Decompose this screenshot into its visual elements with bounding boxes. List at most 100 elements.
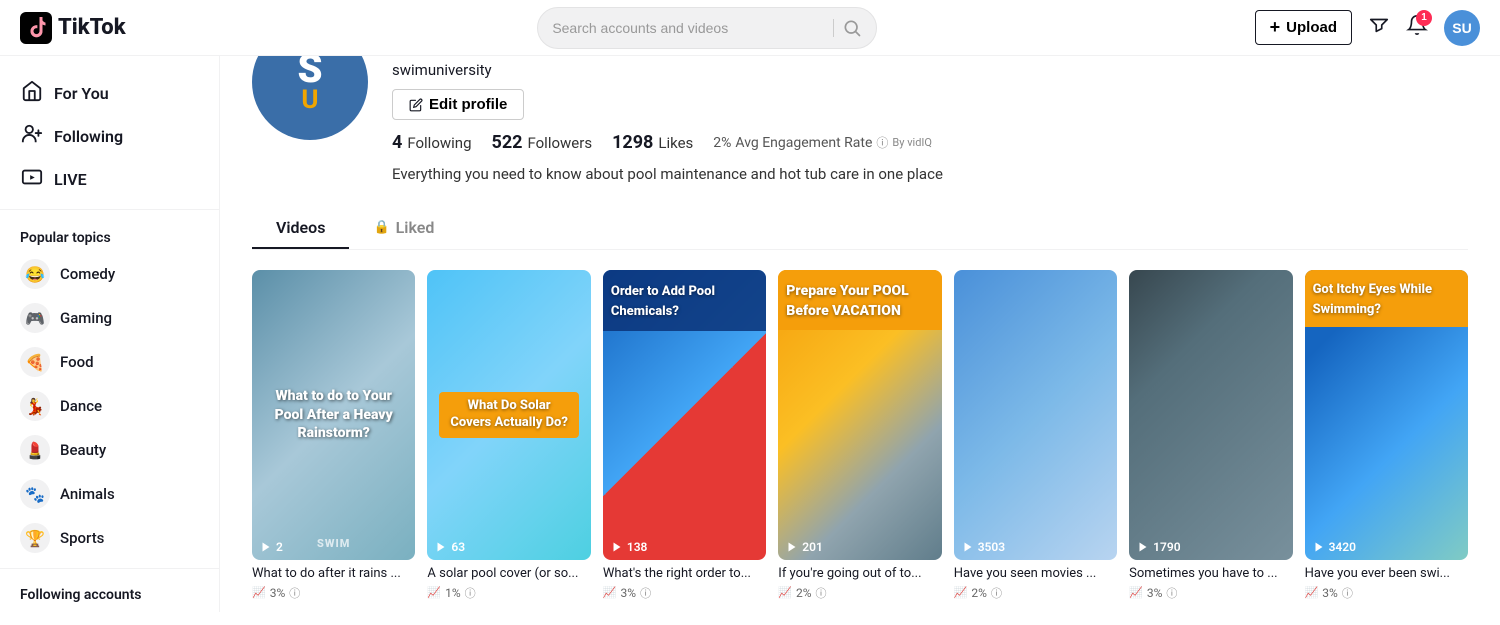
following-accounts-title: Following accounts <box>0 577 219 609</box>
tab-liked-label: Liked <box>396 218 435 237</box>
beauty-icon: 💄 <box>20 435 50 465</box>
play-icon-6 <box>1137 541 1149 553</box>
following-icon <box>20 123 44 150</box>
stat-info-icon-1: ⓘ <box>289 585 300 601</box>
comedy-icon: 😂 <box>20 259 50 289</box>
plus-icon: + <box>1270 17 1281 38</box>
trend-icon-1: 📈 <box>252 586 266 599</box>
animals-icon: 🐾 <box>20 479 50 509</box>
notification-badge: 1 <box>1416 10 1432 26</box>
upload-label: Upload <box>1286 19 1337 36</box>
video-stat-text-1: 3% <box>270 586 286 600</box>
sports-icon: 🏆 <box>20 523 50 553</box>
play-count-4: 201 <box>786 540 823 554</box>
video-caption-3: What's the right order to... <box>603 566 766 583</box>
sidebar-topic-sports[interactable]: 🏆 Sports <box>0 516 219 560</box>
search-area <box>172 7 1243 49</box>
food-icon: 🍕 <box>20 347 50 377</box>
main-content: S U swimuniversity swimuniversity <box>220 0 1500 625</box>
sidebar: For You Following LIVE Popular topics 😂 … <box>0 56 220 612</box>
sidebar-topic-animals[interactable]: 🐾 Animals <box>0 472 219 516</box>
sidebar-divider <box>0 209 219 210</box>
likes-count: 1298 <box>612 132 653 153</box>
video-card-5[interactable]: 3503 Have you seen movies ... 📈 2% ⓘ <box>954 270 1117 601</box>
tab-videos-label: Videos <box>276 218 325 237</box>
video-thumb-2: What Do Solar Covers Actually Do? 63 <box>427 270 590 561</box>
filter-icon <box>1368 14 1390 36</box>
vidiq-label: By vidIQ <box>892 136 932 149</box>
sidebar-divider-2 <box>0 568 219 569</box>
video-caption-6: Sometimes you have to ... <box>1129 566 1292 583</box>
video-thumb-3: Order to Add Pool Chemicals? 138 <box>603 270 766 561</box>
engagement-rate-label: Avg Engagement Rate <box>735 135 872 151</box>
video-thumb-6: 1790 <box>1129 270 1292 561</box>
user-avatar[interactable]: SU <box>1444 10 1480 46</box>
sidebar-topic-gaming[interactable]: 🎮 Gaming <box>0 296 219 340</box>
dance-icon: 💃 <box>20 391 50 421</box>
stat-info-icon-5: ⓘ <box>991 585 1002 601</box>
play-icon-7 <box>1313 541 1325 553</box>
notifications-button[interactable]: 1 <box>1406 14 1428 42</box>
video-caption-4: If you're going out of to... <box>778 566 941 583</box>
animals-label: Animals <box>60 485 115 503</box>
video-card-3[interactable]: Order to Add Pool Chemicals? 138 What's … <box>603 270 766 601</box>
home-icon <box>20 80 44 107</box>
beauty-label: Beauty <box>60 441 106 459</box>
video-card-4[interactable]: Prepare Your POOL Before VACATION 201 If… <box>778 270 941 601</box>
video-stat-text-6: 3% <box>1147 586 1163 600</box>
upload-button[interactable]: + Upload <box>1255 10 1352 45</box>
popular-topics-title: Popular topics <box>0 218 219 252</box>
play-icon-4 <box>786 541 798 553</box>
live-icon <box>20 166 44 193</box>
profile-username: swimuniversity <box>392 61 1468 79</box>
search-button[interactable] <box>842 18 862 38</box>
video-caption-5: Have you seen movies ... <box>954 566 1117 583</box>
video-card-2[interactable]: What Do Solar Covers Actually Do? 63 A s… <box>427 270 590 601</box>
video-card-7[interactable]: Got Itchy Eyes While Swimming? 3420 Have… <box>1305 270 1468 601</box>
logo[interactable]: TikTok <box>20 12 160 44</box>
tab-videos[interactable]: Videos <box>252 206 349 249</box>
video-grid: What to do to Your Pool After a Heavy Ra… <box>252 270 1468 601</box>
video-stat-text-4: 2% <box>796 586 812 600</box>
edit-profile-button[interactable]: Edit profile <box>392 89 524 120</box>
top-nav: TikTok + Upload <box>0 0 1500 56</box>
engagement-rate-value: 2% <box>713 135 731 151</box>
filter-button[interactable] <box>1368 14 1390 42</box>
followers-count: 522 <box>492 132 523 153</box>
video-stat-text-5: 2% <box>971 586 987 600</box>
video-stats-3: 📈 3% ⓘ <box>603 585 766 601</box>
play-icon <box>260 541 272 553</box>
stat-info-icon-6: ⓘ <box>1166 585 1177 601</box>
video-stats-7: 📈 3% ⓘ <box>1305 585 1468 601</box>
video-thumb-4: Prepare Your POOL Before VACATION 201 <box>778 270 941 561</box>
search-input[interactable] <box>552 20 825 36</box>
video-card-6[interactable]: 1790 Sometimes you have to ... 📈 3% ⓘ <box>1129 270 1292 601</box>
trend-icon-5: 📈 <box>954 586 968 599</box>
video-overlay-7: Got Itchy Eyes While Swimming? <box>1313 282 1432 318</box>
video-stats-5: 📈 2% ⓘ <box>954 585 1117 601</box>
search-icon <box>842 18 862 38</box>
edit-icon <box>409 98 423 112</box>
sidebar-nav-following[interactable]: Following <box>0 115 219 158</box>
sidebar-topic-comedy[interactable]: 😂 Comedy <box>0 252 219 296</box>
sports-label: Sports <box>60 529 104 547</box>
comedy-label: Comedy <box>60 265 115 283</box>
followers-stat-label: Followers <box>527 134 592 152</box>
tiktok-logo-icon <box>20 12 52 44</box>
stat-info-icon-4: ⓘ <box>816 585 827 601</box>
trend-icon-3: 📈 <box>603 586 617 599</box>
sidebar-topic-beauty[interactable]: 💄 Beauty <box>0 428 219 472</box>
engagement-rate: 2% Avg Engagement Rate ⓘ By vidIQ <box>713 134 932 151</box>
tab-liked[interactable]: 🔒 Liked <box>349 206 458 249</box>
following-stat: 4 Following <box>392 132 472 153</box>
sidebar-topic-dance[interactable]: 💃 Dance <box>0 384 219 428</box>
trend-icon-7: 📈 <box>1305 586 1319 599</box>
sidebar-nav-live[interactable]: LIVE <box>0 158 219 201</box>
dance-label: Dance <box>60 397 102 415</box>
search-divider <box>833 19 834 37</box>
sidebar-nav-for-you[interactable]: For You <box>0 72 219 115</box>
video-card-1[interactable]: What to do to Your Pool After a Heavy Ra… <box>252 270 415 601</box>
video-stat-text-7: 3% <box>1322 586 1338 600</box>
logo-text: TikTok <box>58 15 126 40</box>
sidebar-topic-food[interactable]: 🍕 Food <box>0 340 219 384</box>
